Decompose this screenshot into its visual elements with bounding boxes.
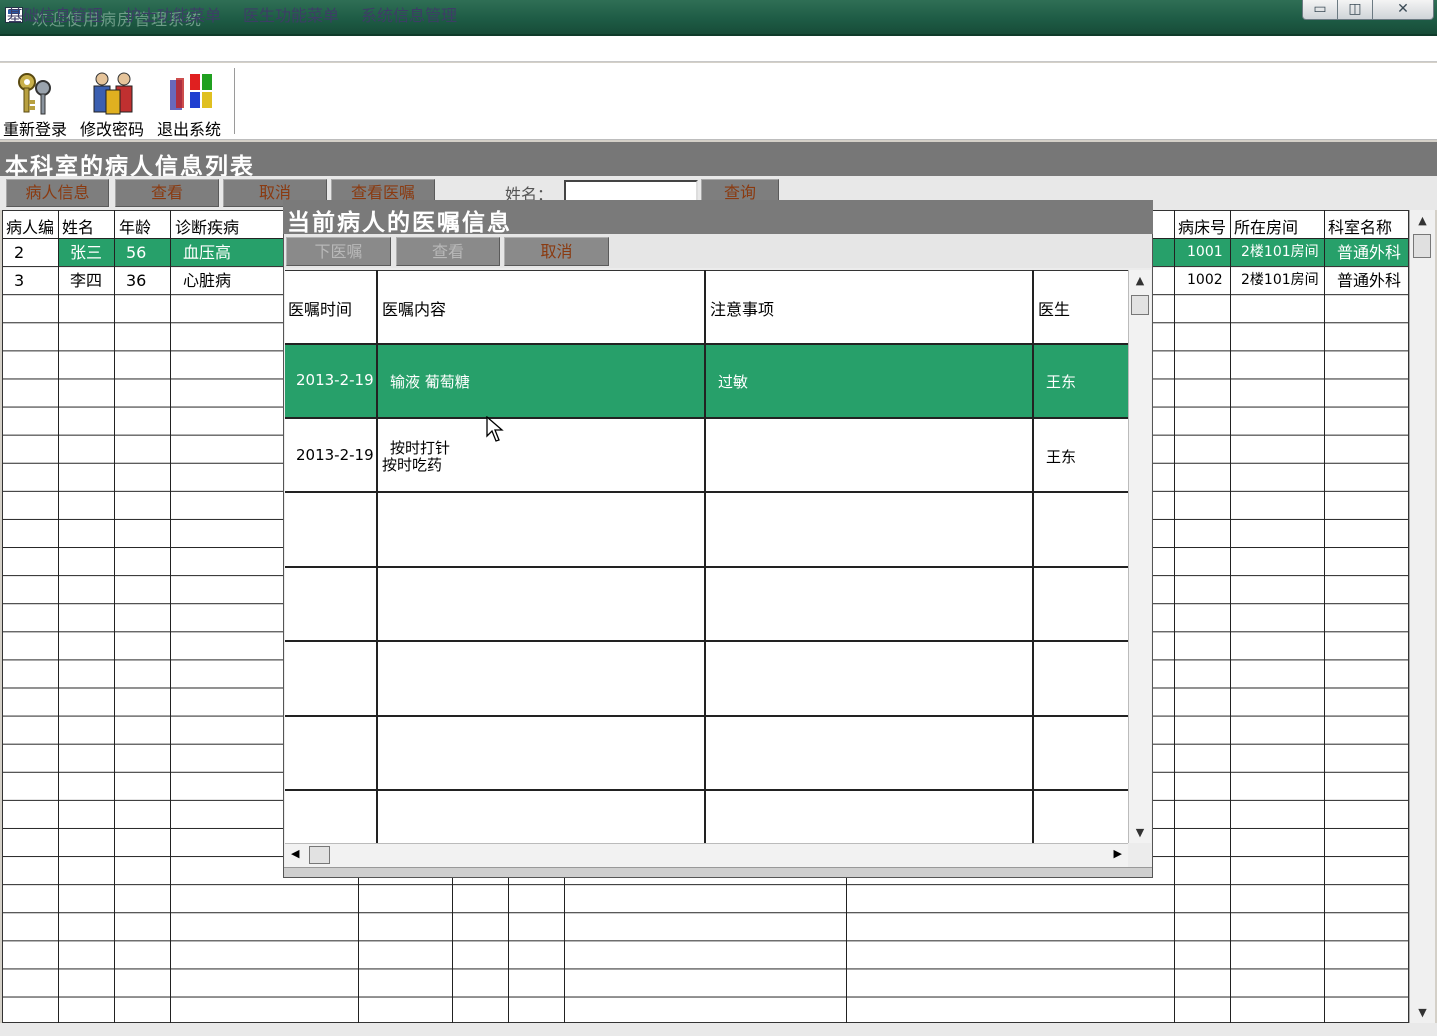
menu-nurse[interactable]: 护士功能菜单 bbox=[125, 2, 221, 26]
view-button[interactable]: 查看 bbox=[115, 179, 219, 207]
row-divider bbox=[285, 417, 1128, 419]
scroll-up-arrow-icon[interactable]: ▲ bbox=[1410, 214, 1435, 227]
table-cell-diagnosis[interactable]: 心脏病 bbox=[171, 267, 283, 294]
order-col-content[interactable]: 医嘱内容 bbox=[382, 296, 446, 320]
col-header-diagnosis[interactable]: 诊断疾病 bbox=[175, 214, 239, 238]
table-cell-selected-fill[interactable] bbox=[1153, 239, 1174, 266]
main-scroll-thumb[interactable] bbox=[1413, 234, 1431, 258]
table-cell-bed[interactable]: 1002 bbox=[1175, 267, 1230, 294]
table-cell-name[interactable]: 李四 bbox=[59, 267, 114, 294]
table-cell-age[interactable]: 36 bbox=[115, 267, 170, 294]
table-cell-bed[interactable]: 1001 bbox=[1175, 239, 1230, 266]
scroll-down-arrow-icon[interactable]: ▼ bbox=[1129, 826, 1151, 839]
dialog-view-button[interactable]: 查看 bbox=[396, 237, 500, 266]
menu-doctor[interactable]: 医生功能菜单 bbox=[243, 2, 339, 26]
row-divider bbox=[285, 491, 1128, 493]
col-header-room[interactable]: 所在房间 bbox=[1234, 214, 1298, 238]
menu-basic-info[interactable]: 基础信息管理 bbox=[7, 2, 103, 26]
mouse-cursor-icon bbox=[486, 416, 504, 442]
col-divider bbox=[1230, 210, 1231, 1023]
order-cell-time[interactable]: 2013-2-19 bbox=[296, 371, 374, 389]
dialog-vscroll-thumb[interactable] bbox=[1131, 295, 1149, 315]
status-strip bbox=[0, 1023, 1437, 1036]
col-header-age[interactable]: 年龄 bbox=[119, 214, 151, 238]
menu-bar bbox=[0, 36, 1437, 62]
col-divider bbox=[170, 210, 171, 1023]
col-header-id[interactable]: 病人编 bbox=[6, 214, 54, 238]
dialog-horizontal-scrollbar[interactable]: ◀ ▶ bbox=[285, 843, 1128, 867]
dialog-bottom-edge bbox=[284, 867, 1152, 877]
scroll-up-arrow-icon[interactable]: ▲ bbox=[1129, 274, 1151, 287]
users-icon[interactable] bbox=[88, 70, 138, 116]
order-cell-content-line2[interactable]: 按时吃药 bbox=[382, 454, 442, 475]
dialog-hscroll-thumb[interactable] bbox=[309, 846, 330, 864]
table-cell-diagnosis[interactable]: 血压高 bbox=[171, 239, 283, 266]
order-col-time[interactable]: 医嘱时间 bbox=[288, 296, 352, 320]
col-header-name[interactable]: 姓名 bbox=[62, 214, 94, 238]
row-divider bbox=[285, 640, 1128, 642]
col-header-bed[interactable]: 病床号 bbox=[1178, 214, 1226, 238]
order-cell-content[interactable]: 输液 葡萄糖 bbox=[390, 371, 470, 392]
exit-label[interactable]: 退出系统 bbox=[157, 116, 221, 140]
relogin-label[interactable]: 重新登录 bbox=[3, 116, 67, 140]
dialog-cancel-button[interactable]: 取消 bbox=[504, 237, 609, 266]
table-cell-id[interactable]: 2 bbox=[3, 239, 58, 266]
issue-order-button[interactable]: 下医嘱 bbox=[286, 237, 391, 266]
order-cell-doctor[interactable]: 王东 bbox=[1046, 446, 1076, 467]
table-cell-id[interactable]: 3 bbox=[3, 267, 58, 294]
dialog-title: 当前病人的医嘱信息 bbox=[287, 209, 512, 236]
table-cell-age[interactable]: 56 bbox=[115, 239, 170, 266]
main-vertical-scrollbar[interactable]: ▲ ▼ bbox=[1409, 210, 1435, 1023]
table-cell-room[interactable]: 2楼101房间 bbox=[1231, 239, 1324, 266]
col-divider bbox=[58, 210, 59, 1023]
col-divider bbox=[376, 270, 378, 843]
col-divider bbox=[704, 270, 706, 843]
row-divider bbox=[285, 343, 1128, 345]
minimize-button[interactable]: ▭ bbox=[1302, 0, 1338, 20]
table-cell-room[interactable]: 2楼101房间 bbox=[1231, 267, 1324, 294]
row-divider bbox=[285, 715, 1128, 717]
table-cell-name[interactable]: 张三 bbox=[59, 239, 114, 266]
scroll-left-arrow-icon[interactable]: ◀ bbox=[291, 847, 299, 860]
order-cell-note[interactable]: 过敏 bbox=[718, 371, 748, 392]
toolbar-separator bbox=[234, 68, 236, 134]
row-divider bbox=[285, 566, 1128, 568]
col-divider bbox=[1032, 270, 1034, 843]
order-cell-time[interactable]: 2013-2-19 bbox=[296, 446, 374, 464]
change-password-label[interactable]: 修改密码 bbox=[80, 116, 144, 140]
patient-info-button[interactable]: 病人信息 bbox=[6, 179, 109, 207]
maximize-button[interactable]: ◫ bbox=[1337, 0, 1373, 20]
scroll-down-arrow-icon[interactable]: ▼ bbox=[1410, 1006, 1435, 1019]
close-button[interactable]: ✕ bbox=[1372, 0, 1434, 20]
table-cell-dept[interactable]: 普通外科 bbox=[1325, 239, 1408, 266]
windows-exit-icon[interactable] bbox=[166, 70, 216, 116]
col-divider bbox=[1324, 210, 1325, 1023]
keys-icon[interactable] bbox=[10, 70, 60, 116]
row-divider bbox=[285, 789, 1128, 791]
order-col-doctor[interactable]: 医生 bbox=[1038, 296, 1070, 320]
col-header-dept[interactable]: 科室名称 bbox=[1328, 214, 1392, 238]
scroll-right-arrow-icon[interactable]: ▶ bbox=[1114, 847, 1122, 860]
dialog-vertical-scrollbar[interactable]: ▲ ▼ bbox=[1128, 270, 1151, 843]
menu-system[interactable]: 系统信息管理 bbox=[361, 2, 457, 26]
col-divider bbox=[114, 210, 115, 1023]
order-col-note[interactable]: 注意事项 bbox=[710, 296, 774, 320]
order-cell-doctor[interactable]: 王东 bbox=[1046, 371, 1076, 392]
col-divider bbox=[1174, 210, 1175, 1023]
table-cell-dept[interactable]: 普通外科 bbox=[1325, 267, 1408, 294]
